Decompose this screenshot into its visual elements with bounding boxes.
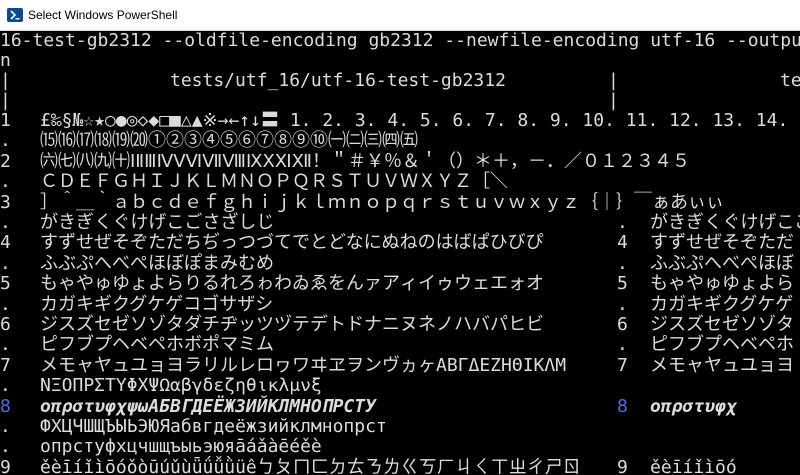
line-number: . — [0, 171, 11, 192]
console-output[interactable]: 16-test-gb2312 --oldfile-encoding gb2312… — [0, 31, 800, 475]
line-number: 5 — [0, 273, 11, 294]
line-number: . — [0, 375, 11, 396]
line-number: 6 — [0, 314, 11, 335]
diff-row: 2 ㈥㈦㈧㈨㈩ⅠⅡⅢⅣⅤⅥⅦⅧⅨⅩⅪⅫ！＂＃￥％＆＇（）＊＋，－．／０１２３４５ — [0, 152, 800, 172]
right-line-number: 6 — [617, 314, 628, 335]
line-number: . — [0, 294, 11, 315]
right-line-number: . — [617, 253, 628, 274]
left-content: ジスズセゼソゾタダチヂッツヅテデトドナニヌネノハバパヒビ — [40, 314, 544, 335]
diff-row: 1 £‰§№☆★○●◎◇◆□■△▲※→←↑↓〓 1. 2. 3. 4. 5. 6.… — [0, 111, 800, 131]
line-number: 3 — [0, 192, 11, 213]
right-content: ふぶぷへべぺほぼ — [650, 253, 794, 274]
diff-row: 9 ěèīíǐìōóǒòūúǔùǖǘǚǜüêㄅㄆㄇㄈㄉㄊㄋㄌㄍㄎㄏㄐㄑㄒㄓㄔㄕㄖ 9… — [0, 458, 800, 475]
right-content: がきぎくぐけげこご — [650, 212, 800, 233]
diff-row: . ふぶぷへべぺほぼぽまみむめ. ふぶぷへべぺほぼ — [0, 254, 800, 274]
header-left-file: tests/utf_16/utf-16-test-gb2312 — [170, 70, 506, 91]
diff-row: 8 οπρστυφχψωАБВГДЕЁЖЗИЙКЛМНОПРСТУ 8 οπρστυφ… — [0, 397, 800, 417]
left-content: ěèīíǐìōóǒòūúǔùǖǘǚǜüêㄅㄆㄇㄈㄉㄊㄋㄌㄍㄎㄏㄐㄑㄒㄓㄔㄕㄖ — [40, 457, 581, 475]
gutter-bar: | — [0, 90, 11, 111]
left-content: ＣＤＥＦＧＨＩＪＫＬＭＮＯＰＱＲＳＴＵＶＷＸＹＺ［＼ — [40, 171, 508, 192]
diff-row: . ピフブプヘベペホボポマミム. ピフブプヘベペホ — [0, 335, 800, 355]
right-line-number: 4 — [617, 232, 628, 253]
right-line-number: . — [617, 294, 628, 315]
divider-bar: | — [608, 90, 619, 111]
right-content: ěèīíǐìōó — [650, 457, 737, 475]
gutter-bar: | — [0, 70, 11, 91]
diff-row: 3 ］＾＿｀ａｂｃｄｅｆｇｈｉｊｋｌｍｎｏｐｑｒｓｔｕｖｗｘｙｚ｛｜｝￣ぁあぃぃ — [0, 193, 800, 213]
right-line-number: 5 — [617, 273, 628, 294]
diff-row: 4 すずせぜそぞただちぢっつづてでとどなにぬねのはばぱひびぴ 4 すずせぜそぞただ — [0, 233, 800, 253]
header-right-file: te — [780, 70, 800, 91]
line-number: . — [0, 416, 11, 437]
right-content: οπρστυφχ — [650, 396, 737, 417]
diff-row: 7 メモャヤュユョヨラリルレロヮワヰヱヲンヴヵヶΑΒΓΔΕΖΗΘΙΚΛΜ 7 メモャヤ… — [0, 356, 800, 376]
right-content: ジスズセゼソゾタ — [650, 314, 794, 335]
diff-header-row: | tests/utf_16/utf-16-test-gb2312 | te — [0, 71, 800, 91]
diff-row: 5 もゃやゅゆょよらりるれろゎわゐゑをんァアィイゥウェエォオ 5 もゃやゅゆょよら — [0, 274, 800, 294]
left-content: ФХЦЧШЩЪЫЬЭЮЯабвгдеёжзийклмнопрст — [40, 416, 398, 437]
right-line-number: 7 — [617, 355, 628, 376]
left-content: すずせぜそぞただちぢっつづてでとどなにぬねのはばぱひびぴ — [40, 232, 544, 253]
line-number: 9 — [0, 457, 11, 475]
diff-row: . ＣＤＥＦＧＨＩＪＫＬＭＮＯＰＱＲＳＴＵＶＷＸＹＺ［＼ — [0, 172, 800, 192]
left-content: ΝΞΟΠΡΣΤΥΦΧΨΩαβγδεζηθικλμνξ — [40, 375, 322, 396]
line-number: 7 — [0, 355, 11, 376]
left-content: οπρστυφχψωАБВГДЕЁЖЗИЙКЛМНОПРСТУ — [40, 396, 376, 417]
diff-row: . がきぎくぐけげこごさざしじ. がきぎくぐけげこご — [0, 213, 800, 233]
left-content: опрстуфхцчшщъыьэюяāáǎàēéěè — [40, 436, 322, 457]
line-number: . — [0, 253, 11, 274]
powershell-icon — [7, 8, 23, 22]
left-content: ㈥㈦㈧㈨㈩ⅠⅡⅢⅣⅤⅥⅦⅧⅨⅩⅪⅫ！＂＃￥％＆＇（）＊＋，－．／０１２３４５ — [40, 151, 690, 172]
line-number: . — [0, 130, 11, 151]
right-line-number: . — [617, 212, 628, 233]
line-number: 4 — [0, 232, 11, 253]
right-content: もゃやゅゆょよら — [650, 273, 794, 294]
left-content: もゃやゅゆょよらりるれろゎわゐゑをんァアィイゥウェエォオ — [40, 273, 544, 294]
left-content: ］＾＿｀ａｂｃｄｅｆｇｈｉｊｋｌｍｎｏｐｑｒｓｔｕｖｗｘｙｚ｛｜｝￣ぁあぃぃ — [40, 192, 724, 213]
line-number: . — [0, 212, 11, 233]
right-content: カガキギクグケゲ — [650, 294, 794, 315]
left-content: £‰§№☆★○●◎◇◆□■△▲※→←↑↓〓 1. 2. 3. 4. 5. 6. … — [40, 110, 800, 131]
right-line-number: 9 — [617, 457, 628, 475]
diff-row: . ФХЦЧШЩЪЫЬЭЮЯабвгдеёжзийклмнопрст — [0, 417, 800, 437]
left-content: ⒂⒃⒄⒅⒆⒇①②③④⑤⑥⑦⑧⑨⑩㈠㈡㈢㈣㈤ — [40, 130, 418, 151]
title-bar[interactable]: Select Windows PowerShell — [0, 0, 800, 31]
diff-row: . ⒂⒃⒄⒅⒆⒇①②③④⑤⑥⑦⑧⑨⑩㈠㈡㈢㈣㈤ — [0, 131, 800, 151]
left-content: ピフブプヘベペホボポマミム — [40, 334, 274, 355]
line-number: 8 — [0, 396, 11, 417]
diff-row: 6 ジスズセゼソゾタダチヂッツヅテデトドナニヌネノハバパヒビ 6 ジスズセゼソゾタ — [0, 315, 800, 335]
right-content: すずせぜそぞただ — [650, 232, 794, 253]
blank-divider-row: | | — [0, 91, 800, 111]
left-content: メモャヤュユョヨラリルレロヮワヰヱヲンヴヵヶΑΒΓΔΕΖΗΘΙΚΛΜ — [40, 355, 567, 376]
left-content: カガキギクグケゲコゴサザシ — [40, 294, 274, 315]
diff-row: . ΝΞΟΠΡΣΤΥΦΧΨΩαβγδεζηθικλμνξ — [0, 376, 800, 396]
right-line-number: . — [617, 334, 628, 355]
right-content: メモャヤュユョヨ — [650, 355, 794, 376]
right-content: ピフブプヘベペホ — [650, 334, 794, 355]
right-line-number: 8 — [617, 396, 628, 417]
line-number: . — [0, 334, 11, 355]
command-continuation: n — [0, 50, 11, 71]
line-number: 1 — [0, 110, 11, 131]
line-number: 2 — [0, 151, 11, 172]
left-content: がきぎくぐけげこごさざしじ — [40, 212, 275, 233]
diff-row: . опрстуфхцчшщъыьэюяāáǎàēéěè — [0, 437, 800, 457]
command-line: 16-test-gb2312 --oldfile-encoding gb2312… — [0, 31, 800, 51]
line-number: . — [0, 436, 11, 457]
left-content: ふぶぷへべぺほぼぽまみむめ — [40, 253, 274, 274]
divider-bar: | — [608, 70, 619, 91]
window-title: Select Windows PowerShell — [28, 8, 178, 22]
diff-row: . カガキギクグケゲコゴサザシ. カガキギクグケゲ — [0, 295, 800, 315]
